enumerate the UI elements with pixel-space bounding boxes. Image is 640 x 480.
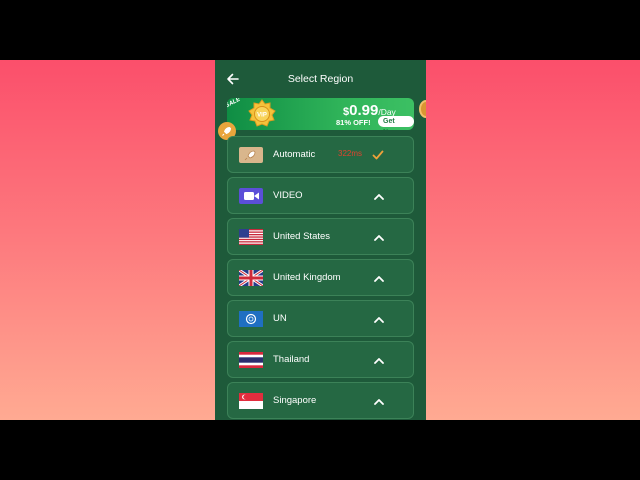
region-label: Singapore	[273, 395, 317, 406]
region-label: United Kingdom	[273, 272, 341, 283]
ping-value: 322ms	[338, 149, 363, 158]
letterbox-bottom	[0, 420, 640, 480]
un-flag-icon	[239, 311, 263, 327]
region-row-automatic[interactable]: Automatic 322ms	[227, 136, 414, 173]
vip-crown-icon: VIP	[247, 99, 277, 129]
us-flag-icon	[239, 229, 263, 245]
chevron-up-icon[interactable]	[373, 354, 385, 366]
region-row-united-kingdom[interactable]: United Kingdom	[227, 259, 414, 296]
chevron-up-icon[interactable]	[373, 395, 385, 407]
page-title: Select Region	[287, 73, 354, 85]
chevron-up-icon[interactable]	[373, 231, 385, 243]
region-label: VIDEO	[273, 190, 303, 201]
singapore-flag-icon	[239, 393, 263, 409]
chevron-up-icon[interactable]	[373, 190, 385, 202]
sale-tag: SALE	[227, 98, 242, 110]
region-row-united-states[interactable]: United States	[227, 218, 414, 255]
vip-promo-banner[interactable]: SALE VIP $0.99/Day 81% OFF! Get Now	[227, 98, 414, 130]
region-label: United States	[273, 231, 331, 242]
check-icon	[371, 148, 385, 162]
region-label: Automatic	[273, 149, 316, 160]
price-value: 0.99	[349, 102, 379, 119]
phone-screen: Select Region SALE VIP $0.99/Day 81% OFF…	[215, 60, 426, 420]
discount-label: 81% OFF!	[336, 118, 371, 127]
region-row-video[interactable]: VIDEO	[227, 177, 414, 214]
side-badge[interactable]	[419, 100, 426, 118]
thailand-flag-icon	[239, 352, 263, 368]
video-icon	[239, 188, 263, 204]
get-now-button[interactable]: Get Now	[378, 116, 414, 130]
rocket-icon	[239, 147, 263, 163]
letterbox-top	[0, 0, 640, 60]
region-label: UN	[273, 313, 287, 324]
region-label: Thailand	[273, 354, 310, 365]
region-row-un[interactable]: UN	[227, 300, 414, 337]
vip-label: VIP	[257, 113, 267, 119]
uk-flag-icon	[239, 270, 263, 286]
top-bar: Select Region	[215, 60, 426, 98]
region-row-singapore[interactable]: Singapore	[227, 382, 414, 419]
chevron-up-icon[interactable]	[373, 272, 385, 284]
region-row-thailand[interactable]: Thailand	[227, 341, 414, 378]
chevron-up-icon[interactable]	[373, 313, 385, 325]
